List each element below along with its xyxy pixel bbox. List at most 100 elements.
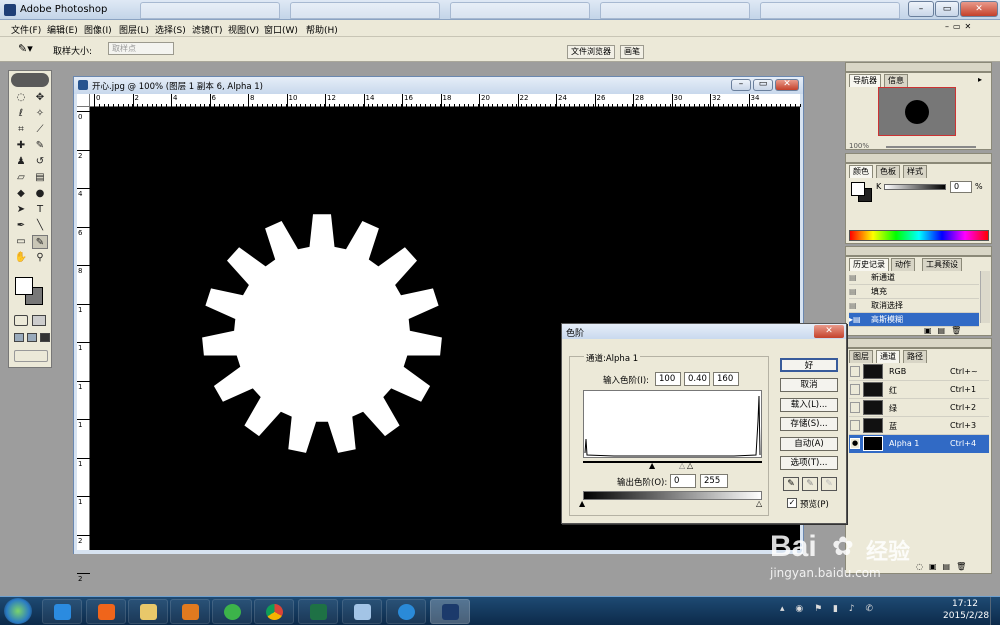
ruler-origin[interactable] — [77, 94, 90, 107]
brush-tool-icon[interactable]: ✎ — [32, 139, 48, 153]
menu-image[interactable]: 图像(I) — [84, 23, 112, 36]
background-tab[interactable] — [290, 2, 440, 19]
menu-layer[interactable]: 图层(L) — [119, 23, 149, 36]
pen-tool-icon[interactable]: ✒ — [13, 219, 29, 233]
taobao-icon[interactable] — [86, 599, 126, 624]
k-value-field[interactable]: 0 — [950, 181, 972, 193]
slice-tool-icon[interactable]: ⟋ — [32, 123, 48, 137]
preview-checkbox[interactable]: ✓ — [787, 498, 797, 508]
photoshop-taskbar-icon[interactable] — [430, 599, 470, 624]
path-select-icon[interactable]: ➤ — [13, 203, 29, 217]
browser-icon[interactable] — [386, 599, 426, 624]
channel-row[interactable]: 红 Ctrl+1 — [849, 381, 989, 399]
options-button[interactable]: 选项(T)... — [780, 456, 838, 470]
doc-close-button[interactable]: ✕ — [775, 79, 799, 91]
history-footer-icons[interactable]: ▣▤🗑 — [924, 326, 967, 335]
zoom-slider[interactable] — [886, 146, 976, 148]
notes-tool-icon[interactable]: ▭ — [13, 235, 29, 249]
channel-row[interactable]: RGB Ctrl+~ — [849, 363, 989, 381]
clock-time[interactable]: 17:12 — [952, 599, 978, 609]
black-point-slider[interactable]: ▲ — [649, 461, 655, 470]
output-white-slider[interactable]: △ — [756, 499, 762, 508]
eyedropper-icon[interactable]: ✎▾ — [18, 42, 33, 55]
save-button[interactable]: 存储(S)... — [780, 417, 838, 431]
healing-brush-icon[interactable]: ✚ — [13, 139, 29, 153]
levels-close-button[interactable]: ✕ — [814, 325, 844, 338]
stamp-tool-icon[interactable]: ♟ — [13, 155, 29, 169]
window-controls[interactable]: –▭✕ — [945, 22, 995, 34]
menu-file[interactable]: 文件(F) — [11, 23, 41, 36]
tray-icons[interactable]: ▴ ◉ ⚑ ▮ ♪ ✆ — [780, 604, 930, 618]
magic-wand-icon[interactable]: ✧ — [32, 107, 48, 121]
channel-row[interactable]: 绿 Ctrl+2 — [849, 399, 989, 417]
minimize-button[interactable]: – — [908, 1, 934, 17]
marquee-tool-icon[interactable]: ◌ — [13, 91, 29, 105]
eye-icon[interactable] — [850, 366, 860, 377]
clock-date[interactable]: 2015/2/28 — [943, 611, 989, 621]
eye-icon[interactable] — [850, 402, 860, 413]
auto-button[interactable]: 自动(A) — [780, 437, 838, 451]
eyedropper-tool-icon[interactable]: ✎ — [32, 235, 48, 249]
blur-tool-icon[interactable]: ◆ — [13, 187, 29, 201]
tab-layers[interactable]: 图层 — [849, 350, 873, 363]
black-eyedropper-icon[interactable]: ✎ — [783, 477, 799, 491]
zoom-tool-icon[interactable]: ⚲ — [32, 251, 48, 265]
load-button[interactable]: 载入(L)... — [780, 398, 838, 412]
menu-help[interactable]: 帮助(H) — [306, 23, 338, 36]
tab-actions[interactable]: 动作 — [891, 258, 915, 271]
ok-button[interactable]: 好 — [780, 358, 838, 372]
menu-view[interactable]: 视图(V) — [228, 23, 259, 36]
navigator-thumbnail[interactable] — [878, 87, 956, 136]
screen-mode-icon[interactable] — [14, 333, 24, 342]
chrome-icon[interactable] — [254, 599, 294, 624]
app-icon[interactable] — [342, 599, 382, 624]
start-button[interactable] — [4, 598, 32, 624]
tab-styles[interactable]: 样式 — [903, 165, 927, 178]
lasso-tool-icon[interactable]: ℓ — [13, 107, 29, 121]
panel-menu-icon[interactable]: ▸ — [978, 75, 982, 84]
tab-swatches[interactable]: 色板 — [876, 165, 900, 178]
eye-icon[interactable]: ● — [850, 438, 860, 449]
maximize-button[interactable]: ▭ — [935, 1, 959, 17]
screen-mode-icon[interactable] — [40, 333, 50, 342]
ie-icon[interactable] — [42, 599, 82, 624]
type-tool-icon[interactable]: T — [32, 203, 48, 217]
channel-row[interactable]: 蓝 Ctrl+3 — [849, 417, 989, 435]
history-brush-icon[interactable]: ↺ — [32, 155, 48, 169]
brushes-well[interactable]: 画笔 — [620, 45, 644, 59]
channel-row-active[interactable]: ● Alpha 1 Ctrl+4 — [849, 435, 989, 453]
output-white-field[interactable]: 255 — [700, 474, 728, 488]
standard-mode-icon[interactable] — [32, 315, 46, 326]
tab-color[interactable]: 颜色 — [849, 165, 873, 178]
move-tool-icon[interactable]: ✥ — [32, 91, 48, 105]
hand-tool-icon[interactable]: ✋ — [13, 251, 29, 265]
input-black-field[interactable]: 100 — [655, 372, 681, 386]
background-tab[interactable] — [760, 2, 900, 19]
imageready-icon[interactable] — [14, 350, 48, 362]
tab-info[interactable]: 信息 — [884, 74, 908, 87]
background-tab[interactable] — [140, 2, 280, 19]
media-player-icon[interactable] — [170, 599, 210, 624]
screen-mode-icon[interactable] — [27, 333, 37, 342]
foreground-color-swatch[interactable] — [15, 277, 33, 295]
eye-icon[interactable] — [850, 384, 860, 395]
history-item[interactable]: ▤ 取消选择 — [849, 299, 979, 313]
background-tab[interactable] — [450, 2, 590, 19]
crop-tool-icon[interactable]: ⌗ — [13, 123, 29, 137]
cancel-button[interactable]: 取消 — [780, 378, 838, 392]
gradient-tool-icon[interactable]: ▤ — [32, 171, 48, 185]
input-slider-track[interactable] — [583, 461, 762, 463]
history-item-active[interactable]: ▸▤ 高斯模糊 — [849, 313, 979, 327]
output-black-field[interactable]: 0 — [670, 474, 696, 488]
line-tool-icon[interactable]: ╲ — [32, 219, 48, 233]
k-slider[interactable] — [884, 184, 946, 190]
input-gamma-field[interactable]: 0.40 — [684, 372, 710, 386]
doc-maximize-button[interactable]: ▭ — [753, 79, 773, 91]
color-foreground-swatch[interactable] — [851, 182, 865, 196]
dodge-tool-icon[interactable]: ● — [32, 187, 48, 201]
eraser-tool-icon[interactable]: ▱ — [13, 171, 29, 185]
excel-icon[interactable] — [298, 599, 338, 624]
close-button[interactable]: ✕ — [960, 1, 998, 17]
menu-window[interactable]: 窗口(W) — [264, 23, 298, 36]
eye-icon[interactable] — [850, 420, 860, 431]
